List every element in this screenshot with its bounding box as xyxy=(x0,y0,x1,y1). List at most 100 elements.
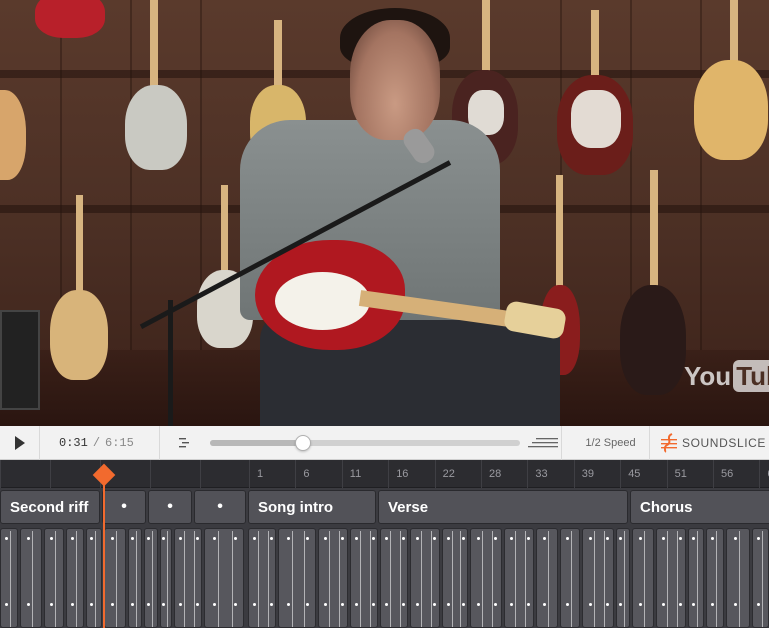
beat-line xyxy=(167,531,168,627)
speed-button[interactable]: 1/2 Speed xyxy=(572,426,650,460)
beat-line xyxy=(452,531,453,627)
note-dot xyxy=(433,537,436,540)
note-dot xyxy=(566,537,569,540)
measure-block[interactable] xyxy=(144,528,158,628)
beat-line xyxy=(604,531,605,627)
soundslice-logo-icon xyxy=(661,433,677,453)
measure-block[interactable] xyxy=(410,528,440,628)
measure-block[interactable] xyxy=(656,528,686,628)
measure-strip[interactable] xyxy=(0,528,769,628)
measure-block[interactable] xyxy=(86,528,102,628)
ruler-cell[interactable]: 11 xyxy=(341,460,388,488)
loop-button[interactable] xyxy=(174,426,196,460)
note-dot xyxy=(757,537,760,540)
ruler-measure-number: 28 xyxy=(489,468,502,480)
beat-line xyxy=(390,531,391,627)
section-chorus[interactable]: Chorus xyxy=(630,490,769,524)
time-separator: / xyxy=(92,436,101,450)
measure-block[interactable] xyxy=(470,528,502,628)
note-dot xyxy=(5,537,8,540)
measure-block[interactable] xyxy=(536,528,558,628)
section-song-intro[interactable]: Song intro xyxy=(248,490,376,524)
note-dot xyxy=(447,537,450,540)
measure-block[interactable] xyxy=(128,528,142,628)
note-dot xyxy=(639,603,642,606)
note-dot xyxy=(90,603,93,606)
measure-block[interactable] xyxy=(442,528,468,628)
ruler-measure-number: 22 xyxy=(442,468,455,480)
measure-block[interactable] xyxy=(104,528,126,628)
measure-block[interactable] xyxy=(248,528,276,628)
note-dot xyxy=(253,537,256,540)
measure-block[interactable] xyxy=(616,528,630,628)
measure-block[interactable] xyxy=(278,528,316,628)
note-dot xyxy=(5,603,8,606)
video-frame[interactable]: You Tube xyxy=(0,0,769,426)
ruler-cell[interactable]: 62 xyxy=(759,460,769,488)
measure-block[interactable] xyxy=(582,528,614,628)
ruler-cell xyxy=(150,460,200,488)
note-dot xyxy=(162,537,165,540)
section-bar: Second riff • • • Song intro Verse Choru… xyxy=(0,488,769,526)
play-button[interactable] xyxy=(0,426,40,460)
measure-block[interactable] xyxy=(752,528,769,628)
measure-block[interactable] xyxy=(688,528,704,628)
zoom-button[interactable] xyxy=(526,426,562,460)
note-dot xyxy=(179,537,182,540)
measure-block[interactable] xyxy=(706,528,724,628)
measure-block[interactable] xyxy=(318,528,348,628)
measure-block[interactable] xyxy=(44,528,64,628)
ruler-cell[interactable]: 39 xyxy=(573,460,620,488)
ruler-measure-number: 33 xyxy=(535,468,548,480)
progress-thumb[interactable] xyxy=(295,435,311,451)
measure-block[interactable] xyxy=(380,528,408,628)
section-unnamed[interactable]: • xyxy=(102,490,146,524)
measure-block[interactable] xyxy=(20,528,42,628)
soundslice-brand-link[interactable]: SOUNDSLICE xyxy=(660,426,769,460)
note-dot xyxy=(306,603,309,606)
section-second-riff[interactable]: Second riff xyxy=(0,490,100,524)
timeline[interactable]: 1611162228333945515662 Second riff • • •… xyxy=(0,460,769,628)
player-controls: 0:31 / 6:15 1/2 Speed SOUNDSLICE xyxy=(0,426,769,460)
measure-block[interactable] xyxy=(350,528,378,628)
ruler-cell[interactable]: 16 xyxy=(388,460,434,488)
section-verse[interactable]: Verse xyxy=(378,490,628,524)
play-icon xyxy=(14,436,25,450)
measure-block[interactable] xyxy=(66,528,84,628)
guitar-hanging xyxy=(620,170,690,400)
section-unnamed[interactable]: • xyxy=(194,490,246,524)
ruler-cell[interactable]: 22 xyxy=(434,460,481,488)
note-dot xyxy=(111,537,114,540)
measure-block[interactable] xyxy=(726,528,750,628)
measure-ruler[interactable]: 1611162228333945515662 xyxy=(0,460,769,488)
ruler-cell[interactable]: 45 xyxy=(620,460,666,488)
measure-block[interactable] xyxy=(504,528,534,628)
note-dot xyxy=(355,537,358,540)
progress-slider[interactable] xyxy=(210,426,520,460)
section-unnamed[interactable]: • xyxy=(148,490,192,524)
measure-block[interactable] xyxy=(204,528,244,628)
time-display: 0:31 / 6:15 xyxy=(40,426,160,460)
ruler-cell[interactable]: 28 xyxy=(481,460,527,488)
ruler-cell[interactable]: 1 xyxy=(249,460,295,488)
note-dot xyxy=(402,603,405,606)
measure-block[interactable] xyxy=(160,528,172,628)
note-dot xyxy=(147,537,150,540)
note-dot xyxy=(355,603,358,606)
measure-block[interactable] xyxy=(560,528,580,628)
note-dot xyxy=(111,603,114,606)
ruler-cell[interactable]: 56 xyxy=(713,460,759,488)
measure-block[interactable] xyxy=(174,528,202,628)
beat-line xyxy=(594,531,595,627)
beat-line xyxy=(677,531,678,627)
note-dot xyxy=(287,603,290,606)
measure-block[interactable] xyxy=(0,528,18,628)
ruler-cell[interactable]: 6 xyxy=(295,460,341,488)
youtube-logo[interactable]: You Tube xyxy=(684,360,769,392)
ruler-measure-number: 51 xyxy=(674,468,687,480)
measure-block[interactable] xyxy=(632,528,654,628)
ruler-cell[interactable]: 51 xyxy=(666,460,713,488)
ruler-cell[interactable]: 33 xyxy=(527,460,573,488)
note-dot xyxy=(213,537,216,540)
note-dot xyxy=(341,537,344,540)
